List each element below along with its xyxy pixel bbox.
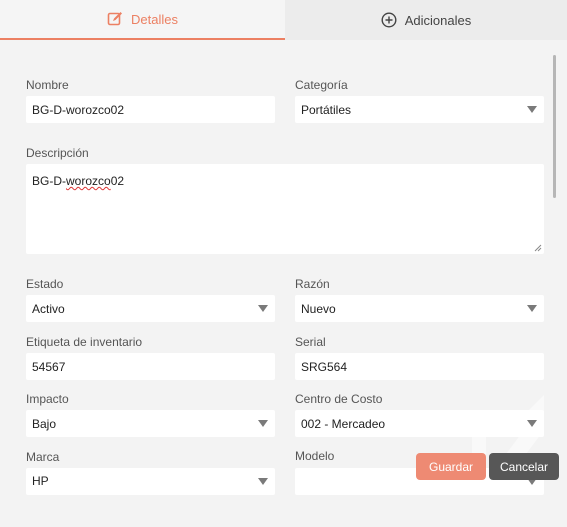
serial-input[interactable]: SRG564 [295, 353, 544, 380]
centro-costo-label: Centro de Costo [295, 392, 383, 406]
nombre-label: Nombre [26, 78, 69, 92]
tab-detalles-label: Detalles [131, 11, 178, 27]
impacto-select[interactable]: Bajo [26, 410, 275, 437]
descripcion-suffix: 02 [110, 174, 125, 188]
tab-adicionales-label: Adicionales [404, 12, 472, 28]
descripcion-misspelled: worozco [66, 174, 111, 188]
etiqueta-label: Etiqueta de inventario [26, 335, 143, 349]
serial-value: SRG564 [301, 359, 348, 374]
plus-circle-icon [381, 12, 397, 28]
impacto-label: Impacto [26, 392, 69, 406]
estado-value: Activo [32, 301, 65, 316]
marca-label: Marca [26, 450, 60, 464]
chevron-down-icon [258, 478, 268, 485]
chevron-down-icon [258, 305, 268, 312]
categoria-label: Categoría [295, 78, 348, 92]
descripcion-textarea[interactable]: BG-D-worozco02 [26, 164, 544, 254]
etiqueta-input[interactable]: 54567 [26, 353, 275, 380]
tab-detalles[interactable]: Detalles [0, 0, 285, 40]
estado-label: Estado [26, 277, 64, 291]
nombre-input[interactable]: BG-D-worozco02 [26, 96, 275, 123]
marca-value: HP [32, 474, 49, 488]
descripcion-prefix: BG-D- [32, 174, 66, 188]
modelo-label: Modelo [295, 449, 335, 463]
nombre-value: BG-D-worozco02 [32, 102, 125, 117]
razon-select[interactable]: Nuevo [295, 295, 544, 322]
impacto-value: Bajo [32, 416, 57, 431]
razon-label: Razón [295, 277, 330, 291]
tab-adicionales[interactable]: Adicionales [285, 0, 567, 40]
etiqueta-value: 54567 [32, 359, 66, 374]
resize-handle-icon[interactable] [534, 244, 542, 252]
descripcion-label: Descripción [26, 146, 89, 160]
categoria-select[interactable]: Portátiles [295, 96, 544, 123]
tab-bar: Detalles Adicionales [0, 0, 567, 40]
marca-select[interactable]: HP [26, 468, 275, 495]
scrollbar-thumb[interactable] [553, 55, 556, 198]
razon-value: Nuevo [301, 301, 336, 316]
save-button[interactable]: Guardar [416, 453, 486, 480]
estado-select[interactable]: Activo [26, 295, 275, 322]
categoria-value: Portátiles [301, 102, 352, 117]
edit-icon [107, 11, 123, 27]
chevron-down-icon [258, 420, 268, 427]
chevron-down-icon [527, 106, 537, 113]
centro-costo-value: 002 - Mercadeo [301, 416, 386, 431]
serial-label: Serial [295, 335, 326, 349]
cancel-button[interactable]: Cancelar [489, 453, 559, 480]
chevron-down-icon [527, 305, 537, 312]
